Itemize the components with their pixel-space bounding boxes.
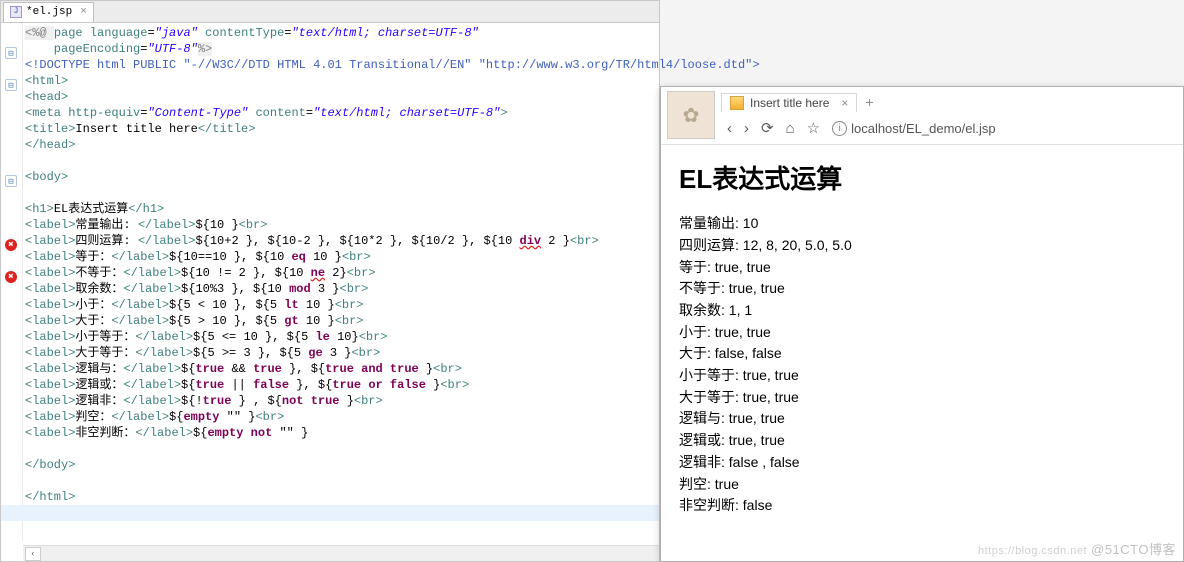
scroll-left-button[interactable]: ‹ — [25, 547, 41, 561]
new-tab-button[interactable]: + — [865, 94, 873, 110]
editor-gutter: ⊟ ⊟ ⊟ ✖ ✖ — [1, 23, 23, 541]
page-line: 逻辑非: false , false — [679, 452, 1165, 474]
page-line: 取余数: 1, 1 — [679, 300, 1165, 322]
browser-tab-title: Insert title here — [750, 96, 829, 110]
page-line: 四则运算: 12, 8, 20, 5.0, 5.0 — [679, 235, 1165, 257]
page-line: 判空: true — [679, 474, 1165, 496]
browser-tab-row: Insert title here × + — [721, 91, 1177, 113]
fold-icon[interactable]: ⊟ — [5, 47, 17, 59]
favicon-icon — [730, 96, 744, 110]
browser-avatar-icon: ✿ — [667, 91, 715, 139]
page-heading: EL表达式运算 — [679, 159, 1165, 199]
reload-button[interactable]: ⟳ — [761, 119, 774, 137]
browser-window: ✿ Insert title here × + ‹ › ⟳ ⌂ ☆ i loca… — [660, 86, 1184, 562]
page-line: 不等于: true, true — [679, 278, 1165, 300]
page-line: 小于: true, true — [679, 322, 1165, 344]
error-icon[interactable]: ✖ — [5, 271, 17, 283]
browser-toolbar: ‹ › ⟳ ⌂ ☆ i localhost/EL_demo/el.jsp — [721, 113, 1177, 143]
browser-titlebar: ✿ Insert title here × + ‹ › ⟳ ⌂ ☆ i loca… — [661, 87, 1183, 145]
code-editor-pane: J *el.jsp × ⊟ ⊟ ⊟ ✖ ✖ <%@ page language=… — [0, 0, 660, 562]
browser-page-content: EL表达式运算 常量输出: 10 四则运算: 12, 8, 20, 5.0, 5… — [661, 145, 1183, 531]
editor-tab[interactable]: J *el.jsp × — [3, 2, 94, 22]
editor-tab-bar: J *el.jsp × — [1, 1, 659, 23]
fold-icon[interactable]: ⊟ — [5, 79, 17, 91]
page-line: 等于: true, true — [679, 257, 1165, 279]
browser-tab[interactable]: Insert title here × — [721, 93, 857, 112]
page-line: 非空判断: false — [679, 495, 1165, 517]
star-button[interactable]: ☆ — [807, 119, 820, 137]
url-text: localhost/EL_demo/el.jsp — [851, 121, 996, 136]
close-icon[interactable]: × — [841, 96, 848, 110]
fold-icon[interactable]: ⊟ — [5, 175, 17, 187]
jsp-file-icon: J — [10, 6, 22, 18]
back-button[interactable]: ‹ — [727, 120, 732, 137]
page-line: 大于等于: true, true — [679, 387, 1165, 409]
page-line: 常量输出: 10 — [679, 213, 1165, 235]
info-icon[interactable]: i — [832, 121, 847, 136]
page-line: 逻辑或: true, true — [679, 430, 1165, 452]
watermark: https://blog.csdn.net @51CTO博客 — [978, 539, 1176, 558]
forward-button[interactable]: › — [744, 120, 749, 137]
error-icon[interactable]: ✖ — [5, 239, 17, 251]
editor-tab-label: *el.jsp — [26, 6, 72, 18]
close-icon[interactable]: × — [80, 6, 87, 18]
address-bar[interactable]: i localhost/EL_demo/el.jsp — [832, 121, 996, 136]
current-line-highlight — [1, 505, 659, 521]
horizontal-scrollbar[interactable]: ‹ — [23, 545, 659, 561]
home-button[interactable]: ⌂ — [786, 120, 795, 137]
page-line: 小于等于: true, true — [679, 365, 1165, 387]
page-line: 逻辑与: true, true — [679, 408, 1165, 430]
page-line: 大于: false, false — [679, 343, 1165, 365]
code-area[interactable]: <%@ page language="java" contentType="te… — [25, 25, 760, 505]
